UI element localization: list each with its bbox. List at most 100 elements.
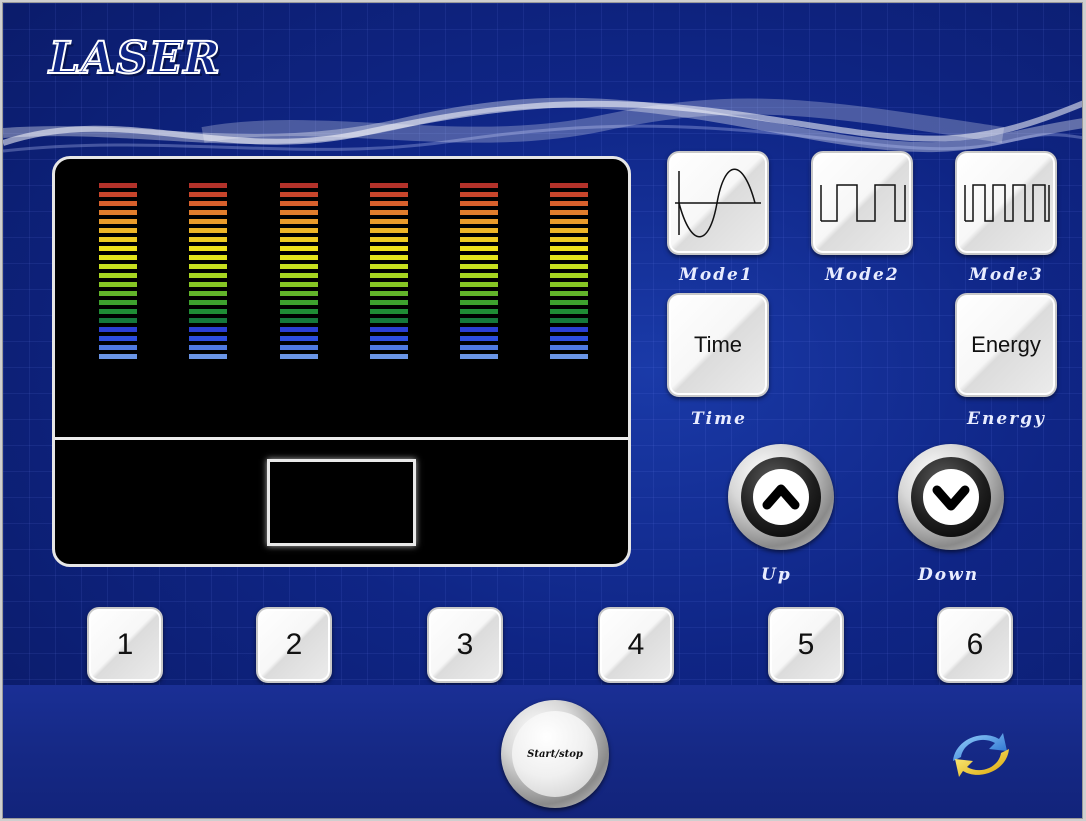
meter-segment	[550, 192, 588, 197]
meter-segment	[460, 246, 498, 251]
channel-1-button[interactable]: 1	[87, 607, 163, 683]
start-stop-button[interactable]: Start/stop	[501, 700, 609, 808]
down-caption: Down	[918, 565, 980, 585]
channel-3-button[interactable]: 3	[427, 607, 503, 683]
meter-segment	[99, 336, 137, 341]
meter-segment	[460, 237, 498, 242]
meter-segment	[99, 309, 137, 314]
meter-segment	[280, 273, 318, 278]
meter-segment	[99, 201, 137, 206]
meter-segment	[460, 201, 498, 206]
mode1-caption: Mode1	[679, 265, 754, 285]
refresh-icon[interactable]	[947, 725, 1015, 785]
meter-segment	[460, 309, 498, 314]
meter-segment	[370, 273, 408, 278]
meter-segment	[550, 354, 588, 359]
meter-segment	[550, 255, 588, 260]
meter-segment	[280, 237, 318, 242]
meter-segment	[370, 246, 408, 251]
meter-segment	[370, 354, 408, 359]
square-wave-icon	[820, 184, 906, 222]
meter-segment	[550, 345, 588, 350]
mode2-button[interactable]	[811, 151, 913, 255]
meter-segment	[280, 246, 318, 251]
channel-6-label: 6	[966, 628, 984, 661]
meter-segment	[370, 309, 408, 314]
meter-segment	[370, 183, 408, 188]
meter-segment	[550, 228, 588, 233]
meter-segment	[99, 192, 137, 197]
meter-segment	[550, 273, 588, 278]
channel-2-button[interactable]: 2	[256, 607, 332, 683]
meter-segment	[280, 264, 318, 269]
meter-segment	[99, 282, 137, 287]
time-button[interactable]: Time	[667, 293, 769, 397]
meter-segment	[370, 210, 408, 215]
meter-segment	[460, 255, 498, 260]
meter-segment	[460, 210, 498, 215]
meter-segment	[280, 201, 318, 206]
meter-segment	[460, 354, 498, 359]
meter-segment	[99, 219, 137, 224]
meter-segment	[550, 246, 588, 251]
down-button[interactable]	[898, 444, 1004, 550]
channel-2-label: 2	[285, 628, 303, 661]
meter-segment	[370, 345, 408, 350]
meter-segment	[550, 327, 588, 332]
meter-segment	[550, 318, 588, 323]
mode3-button[interactable]	[955, 151, 1057, 255]
meter-segment	[550, 300, 588, 305]
meter-segment	[550, 309, 588, 314]
energy-button-label: Energy	[971, 332, 1041, 357]
meter-segment	[189, 327, 227, 332]
meter-segment	[189, 336, 227, 341]
up-caption: Up	[761, 565, 792, 585]
meter-segment	[99, 327, 137, 332]
up-button[interactable]	[728, 444, 834, 550]
meter-segment	[460, 300, 498, 305]
meter-segment	[280, 354, 318, 359]
meter-segment	[189, 309, 227, 314]
meter-segment	[189, 318, 227, 323]
meter-segment	[280, 291, 318, 296]
meter-segment	[189, 246, 227, 251]
meter-segment	[189, 291, 227, 296]
meter-segment	[370, 291, 408, 296]
meter-segment	[460, 192, 498, 197]
meter-segment	[280, 282, 318, 287]
channel-6-button[interactable]: 6	[937, 607, 1013, 683]
meter-segment	[280, 327, 318, 332]
meter-segment	[550, 237, 588, 242]
readout-box	[267, 459, 416, 546]
energy-caption: Energy	[967, 409, 1046, 429]
meter-segment	[189, 219, 227, 224]
display-divider	[55, 437, 628, 440]
sine-wave-icon	[675, 168, 761, 238]
meter-segment	[99, 246, 137, 251]
channel-5-label: 5	[797, 628, 815, 661]
meter-segment	[550, 291, 588, 296]
meter-segment	[280, 318, 318, 323]
channel-5-button[interactable]: 5	[768, 607, 844, 683]
meter-segment	[460, 183, 498, 188]
meter-segment	[370, 201, 408, 206]
time-caption: Time	[691, 409, 747, 429]
meter-segment	[550, 210, 588, 215]
meter-segment	[189, 264, 227, 269]
meter-segment	[550, 264, 588, 269]
meter-segment	[370, 264, 408, 269]
meter-segment	[99, 255, 137, 260]
display-screen	[52, 156, 631, 567]
laser-control-panel: LASER Mode1 Mode2 Mode3 Time Time Energy…	[2, 2, 1083, 819]
meter-segment	[189, 282, 227, 287]
channel-4-button[interactable]: 4	[598, 607, 674, 683]
mode1-button[interactable]	[667, 151, 769, 255]
meter-segment	[460, 327, 498, 332]
app-title: LASER	[48, 32, 221, 85]
level-meters	[99, 183, 588, 359]
meter-segment	[99, 210, 137, 215]
meter-segment	[189, 255, 227, 260]
meter-segment	[460, 264, 498, 269]
energy-button[interactable]: Energy	[955, 293, 1057, 397]
channel-3-label: 3	[456, 628, 474, 661]
